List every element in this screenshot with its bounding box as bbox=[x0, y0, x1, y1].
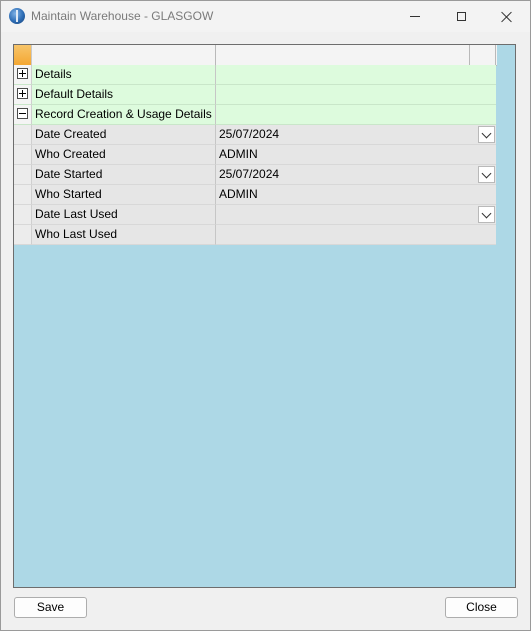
save-button[interactable]: Save bbox=[14, 597, 87, 618]
group-row-details[interactable]: Details bbox=[14, 65, 496, 85]
minimize-icon bbox=[410, 16, 420, 17]
field-label: Who Created bbox=[32, 145, 216, 165]
field-label: Date Last Used bbox=[32, 205, 216, 225]
field-row-date-last-used[interactable]: Date Last Used bbox=[14, 205, 496, 225]
maximize-button[interactable] bbox=[438, 1, 484, 32]
date-started-value[interactable]: 25/07/2024 bbox=[216, 165, 496, 185]
field-label: Date Created bbox=[32, 125, 216, 145]
who-created-value[interactable]: ADMIN bbox=[216, 145, 496, 165]
row-selector[interactable] bbox=[14, 225, 32, 245]
group-row-record-creation[interactable]: Record Creation & Usage Details bbox=[14, 105, 496, 125]
close-button[interactable]: Close bbox=[445, 597, 518, 618]
row-selector[interactable] bbox=[14, 145, 32, 165]
title-bar[interactable]: Maintain Warehouse - GLASGOW bbox=[1, 1, 530, 32]
row-selector[interactable] bbox=[14, 105, 32, 125]
group-label: Details bbox=[32, 65, 216, 85]
row-selector[interactable] bbox=[14, 185, 32, 205]
group-value-cell bbox=[216, 65, 496, 85]
field-value: 25/07/2024 bbox=[219, 127, 280, 141]
maintain-warehouse-window: Maintain Warehouse - GLASGOW Details Def… bbox=[0, 0, 531, 631]
row-selector[interactable] bbox=[14, 165, 32, 185]
grid-header-label-column[interactable] bbox=[32, 45, 216, 65]
field-value: ADMIN bbox=[219, 147, 258, 161]
row-selector[interactable] bbox=[14, 205, 32, 225]
field-label: Date Started bbox=[32, 165, 216, 185]
field-row-who-created[interactable]: Who Created ADMIN bbox=[14, 145, 496, 165]
grid-header-value-column[interactable] bbox=[216, 45, 470, 65]
expand-plus-icon[interactable] bbox=[17, 88, 28, 99]
who-started-value[interactable]: ADMIN bbox=[216, 185, 496, 205]
who-last-used-value[interactable] bbox=[216, 225, 496, 245]
window-title: Maintain Warehouse - GLASGOW bbox=[31, 9, 214, 23]
field-row-who-started[interactable]: Who Started ADMIN bbox=[14, 185, 496, 205]
row-selector[interactable] bbox=[14, 125, 32, 145]
close-icon bbox=[501, 11, 513, 23]
collapse-minus-icon[interactable] bbox=[17, 108, 28, 119]
field-value: 25/07/2024 bbox=[219, 167, 280, 181]
minimize-button[interactable] bbox=[392, 1, 438, 32]
property-grid[interactable]: Details Default Details Record Creation … bbox=[13, 44, 516, 588]
grid-header-corner[interactable] bbox=[14, 45, 32, 65]
field-label: Who Last Used bbox=[32, 225, 216, 245]
group-row-default-details[interactable]: Default Details bbox=[14, 85, 496, 105]
field-row-date-created[interactable]: Date Created 25/07/2024 bbox=[14, 125, 496, 145]
row-selector[interactable] bbox=[14, 65, 32, 85]
expand-plus-icon[interactable] bbox=[17, 68, 28, 79]
group-label: Default Details bbox=[32, 85, 216, 105]
group-value-cell bbox=[216, 105, 496, 125]
app-icon bbox=[9, 8, 25, 24]
field-row-who-last-used[interactable]: Who Last Used bbox=[14, 225, 496, 245]
chevron-down-icon[interactable] bbox=[478, 206, 495, 223]
chevron-down-icon[interactable] bbox=[478, 166, 495, 183]
group-value-cell bbox=[216, 85, 496, 105]
date-last-used-value[interactable] bbox=[216, 205, 496, 225]
window-close-button[interactable] bbox=[484, 1, 530, 32]
maximize-icon bbox=[456, 12, 466, 21]
field-row-date-started[interactable]: Date Started 25/07/2024 bbox=[14, 165, 496, 185]
date-created-value[interactable]: 25/07/2024 bbox=[216, 125, 496, 145]
row-selector[interactable] bbox=[14, 85, 32, 105]
group-label: Record Creation & Usage Details bbox=[32, 105, 216, 125]
grid-header bbox=[14, 45, 497, 66]
grid-header-extra-column[interactable] bbox=[470, 45, 496, 65]
field-label: Who Started bbox=[32, 185, 216, 205]
chevron-down-icon[interactable] bbox=[478, 126, 495, 143]
field-value: ADMIN bbox=[219, 187, 258, 201]
